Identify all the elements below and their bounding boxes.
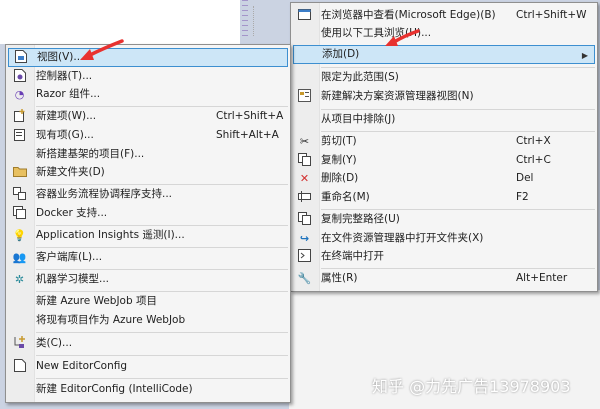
insights-icon: 💡 — [12, 229, 27, 242]
open-folder-icon: ↪ — [299, 232, 310, 245]
menu-item-browse-with[interactable]: 使用以下工具浏览(H)... — [293, 24, 595, 43]
menu-item-container-orchestration[interactable]: 容器业务流程协调程序支持... — [8, 185, 288, 204]
existing-item-icon — [12, 128, 27, 143]
menu-item-cut[interactable]: ✂ 剪切(T) Ctrl+X — [293, 132, 595, 151]
copy-path-icon — [297, 212, 312, 227]
submenu-arrow-icon: ▶ — [581, 51, 588, 60]
context-menu: 在浏览器中查看(Microsoft Edge)(B) Ctrl+Shift+W … — [290, 2, 598, 292]
menu-item-existing-item[interactable]: 现有项(G)... Shift+Alt+A — [8, 126, 288, 145]
menu-item-scope-to-this[interactable]: 限定为此范围(S) — [293, 68, 595, 87]
razor-icon: ◔ — [14, 88, 25, 101]
menu-item-new-editorconfig[interactable]: New EditorConfig — [8, 357, 288, 376]
menu-item-class[interactable]: 类(C)... — [8, 334, 288, 353]
new-item-icon — [12, 109, 27, 124]
rename-icon — [297, 190, 312, 205]
menu-item-view[interactable]: 视图(V)... — [8, 48, 288, 67]
menu-item-new-editorconfig-intellicode[interactable]: 新建 EditorConfig (IntelliCode) — [8, 380, 288, 399]
menu-item-new-azure-webjob[interactable]: 新建 Azure WebJob 项目 — [8, 292, 288, 311]
view-icon — [13, 50, 28, 65]
menu-item-open-in-terminal[interactable]: 在终端中打开 — [293, 247, 595, 266]
client-lib-icon: 👥 — [12, 251, 27, 264]
menu-item-add[interactable]: 添加(D) ▶ — [293, 45, 595, 64]
delete-icon: ✕ — [299, 172, 310, 185]
browser-icon — [297, 8, 312, 23]
menu-item-delete[interactable]: ✕ 删除(D) Del — [293, 169, 595, 188]
menu-item-open-in-explorer[interactable]: ↪ 在文件资源管理器中打开文件夹(X) — [293, 229, 595, 248]
add-submenu: 视图(V)... 控制器(T)... ◔ Razor 组件... 新建项(W).… — [5, 44, 291, 403]
menu-item-view-in-browser[interactable]: 在浏览器中查看(Microsoft Edge)(B) Ctrl+Shift+W — [293, 6, 595, 25]
folder-icon — [12, 165, 27, 180]
menu-item-exclude-from-project[interactable]: 从项目中排除(J) — [293, 110, 595, 129]
menu-item-scaffolded-item[interactable]: 新搭建基架的项目(F)... — [8, 145, 288, 164]
menu-item-controller[interactable]: 控制器(T)... — [8, 67, 288, 86]
terminal-icon — [297, 249, 312, 264]
menu-item-new-folder[interactable]: 新建文件夹(D) — [8, 163, 288, 182]
menu-item-razor-component[interactable]: ◔ Razor 组件... — [8, 85, 288, 104]
indent-guide — [253, 6, 255, 36]
ml-model-icon: ✲ — [14, 273, 25, 286]
cut-icon: ✂ — [299, 135, 310, 148]
class-icon — [12, 336, 27, 351]
menu-item-ml-model[interactable]: ✲ 机器学习模型... — [8, 270, 288, 289]
menu-item-copy-full-path[interactable]: 复制完整路径(U) — [293, 210, 595, 229]
menu-separator — [36, 355, 288, 356]
menu-item-new-item[interactable]: 新建项(W)... Ctrl+Shift+A — [8, 107, 288, 126]
menu-item-client-library[interactable]: 👥 客户端库(L)... — [8, 248, 288, 267]
menu-item-properties[interactable]: 🔧 属性(R) Alt+Enter — [293, 269, 595, 288]
editor-pane — [0, 0, 240, 44]
properties-icon: 🔧 — [297, 272, 312, 285]
menu-item-copy[interactable]: 复制(Y) Ctrl+C — [293, 151, 595, 170]
docker-icon — [12, 206, 27, 221]
solution-view-icon — [297, 89, 312, 104]
menu-separator — [36, 332, 288, 333]
code-lines — [242, 0, 248, 40]
menu-item-rename[interactable]: 重命名(M) F2 — [293, 188, 595, 207]
menu-item-new-solution-view[interactable]: 新建解决方案资源管理器视图(N) — [293, 87, 595, 106]
menu-item-existing-as-webjob[interactable]: 将现有项目作为 Azure WebJob — [8, 311, 288, 330]
menu-separator — [36, 378, 288, 379]
orchestration-icon — [12, 187, 27, 202]
copy-icon — [297, 153, 312, 168]
watermark: 知乎 @力先广告13978903 — [372, 377, 571, 396]
menu-item-application-insights[interactable]: 💡 Application Insights 遥测(I)... — [8, 226, 288, 245]
menu-item-docker-support[interactable]: Docker 支持... — [8, 204, 288, 223]
editorconfig-icon — [12, 359, 27, 374]
controller-icon — [12, 69, 27, 84]
